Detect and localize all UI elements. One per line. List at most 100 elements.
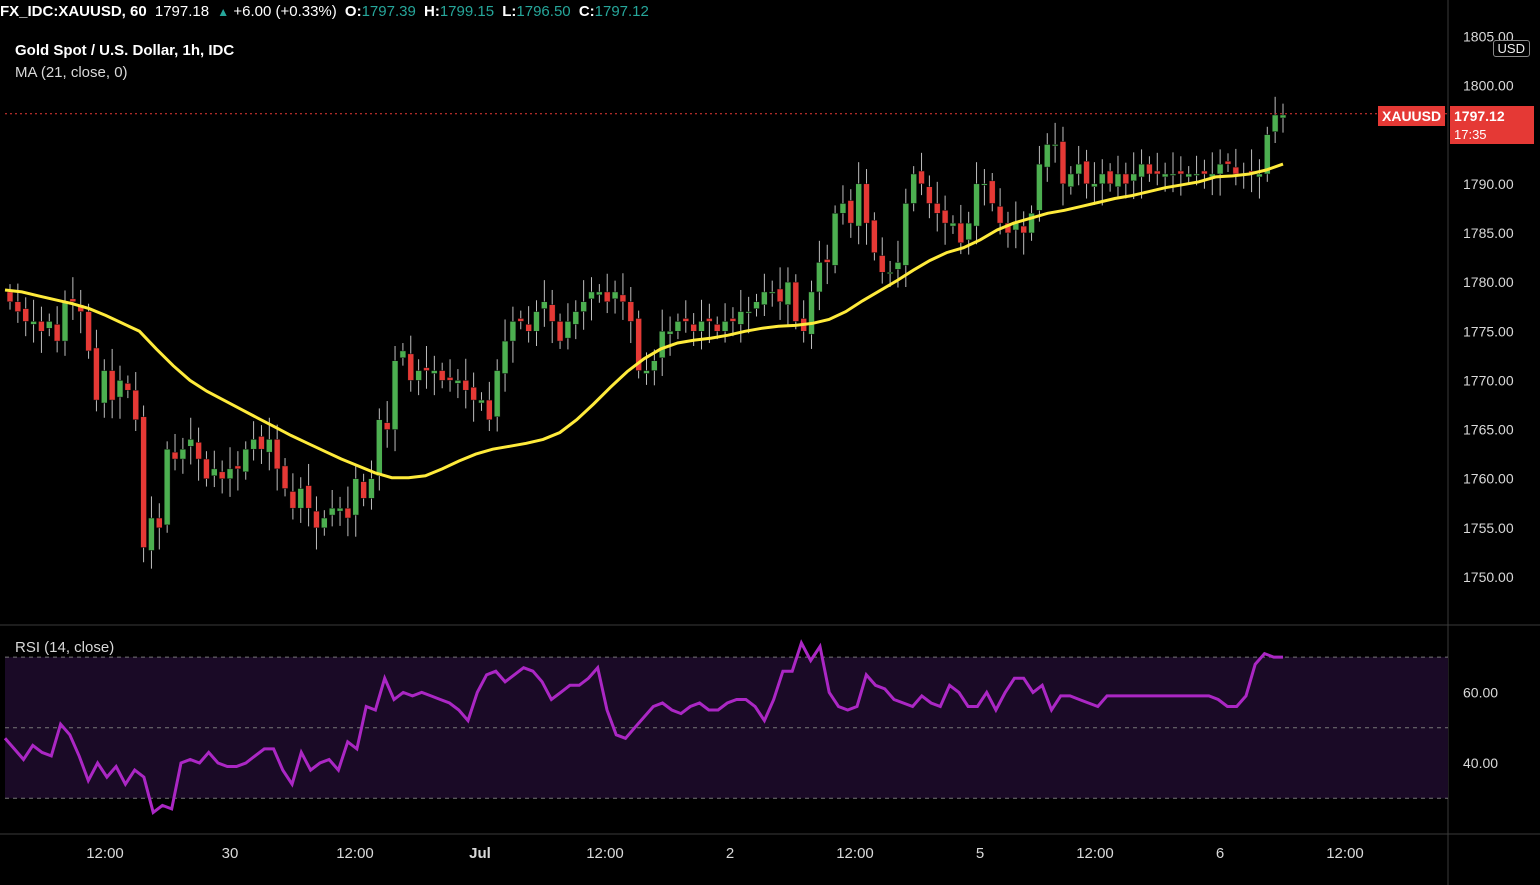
candle-body [965,222,972,241]
candle-body [1185,173,1192,178]
candle-body [863,183,870,224]
candle-body [918,170,925,185]
candle-body [85,311,92,352]
candle-body [1130,173,1137,182]
candle-body [926,186,933,204]
candle-body [203,458,210,479]
candle-body [619,294,627,303]
candle-body [1177,170,1185,175]
candle-body [148,517,155,551]
candle-body [171,451,179,460]
candle-body [93,347,100,401]
candle-body [682,318,689,322]
candle-body [855,183,862,227]
candle-body [1122,173,1130,185]
chart-canvas[interactable]: 1750.00 1755.00 1760.00 1765.00 1770.00 1775.… [0,0,1540,885]
candle-body [517,318,524,322]
candle-body [981,183,988,186]
candle-body [761,291,768,305]
candle-body [313,510,320,529]
chart-title[interactable]: Gold Spot / U.S. Dollar, 1h, IDC [15,42,234,59]
candle-body [30,321,37,325]
rsi-legend[interactable]: RSI (14, close) [15,639,114,656]
rsi-legend-text: RSI (14, close) [15,639,115,656]
candle-body [391,360,399,430]
candle-body [1044,144,1051,168]
ma-legend[interactable]: MA (21, close, 0) [15,64,128,81]
candle-body [690,324,697,332]
candle-body [549,304,556,322]
candle-body [242,448,249,473]
ma-line [4,162,1284,480]
candle-body [1146,163,1153,175]
candle-body [478,399,485,404]
candle-body [596,291,603,296]
candle-body [1059,141,1067,185]
high-label: H: [424,3,440,20]
candle-body [258,436,265,450]
candle-body [46,321,53,329]
last-price: 1797.18 [154,3,210,20]
candle-body [902,203,910,266]
candle-body [462,380,469,391]
candle-body [1138,163,1145,178]
candle-body [1099,173,1106,185]
open-value: 1797.39 [361,3,416,20]
candle-body [572,311,579,325]
candle-body [1193,173,1200,176]
candle-body [321,517,328,529]
candle-body [360,481,367,499]
candle-body [1091,183,1098,187]
candle-body [132,389,139,420]
candle-body [934,203,941,214]
candle-body [541,301,548,309]
candle-body [949,222,957,227]
candle-body [1067,173,1075,187]
candle-body [1224,160,1232,165]
candle-body [698,321,705,332]
candle-body [509,321,517,342]
candle-body [831,213,839,266]
symbol-price-tag: XAUUSD [1378,106,1446,126]
price-tick-label: 1790.00 [1463,176,1514,192]
candle-body [1201,170,1208,175]
candle-body [879,255,886,273]
candle-body [910,173,917,204]
price-tick-label: 1770.00 [1463,372,1514,388]
close-value: 1797.12 [594,3,649,20]
candle-body [1279,114,1287,119]
time-tick-label: 30 [222,845,239,862]
candle-body [643,370,650,374]
candle-body [1232,166,1240,175]
open-label: O: [344,3,362,20]
candle-body [659,331,666,359]
candle-body [273,439,281,470]
candle-body [886,272,894,275]
candle-body [1036,163,1043,211]
candle-body [1020,225,1027,234]
candle-body [195,442,202,460]
candle-body [124,383,132,391]
candle-body [423,367,430,371]
candle-body [281,465,289,489]
candle-body [61,301,69,342]
price-tick-label: 1800.00 [1463,78,1514,94]
candle-body [6,291,14,303]
candle-body [784,281,792,305]
candle-body [753,301,760,309]
currency-button[interactable]: USD [1492,40,1530,57]
candle-body [407,353,414,381]
candle-body [989,180,996,204]
candle-body [745,311,752,314]
time-tick-label: Jul [469,845,491,862]
price-tick-label: 1765.00 [1463,422,1514,438]
candle-body [871,219,878,253]
price-tick-label: 1785.00 [1463,225,1514,241]
candle-body [525,324,532,332]
candle-body [666,331,674,335]
candle-body [996,206,1004,224]
candle-body [415,370,422,381]
symbol-header-bar: FX_IDC:XAUUSD, 60 1797.18 ▲ +6.00 (+0.33… [0,0,1540,24]
candle-body [808,291,815,335]
candle-body [368,478,375,499]
